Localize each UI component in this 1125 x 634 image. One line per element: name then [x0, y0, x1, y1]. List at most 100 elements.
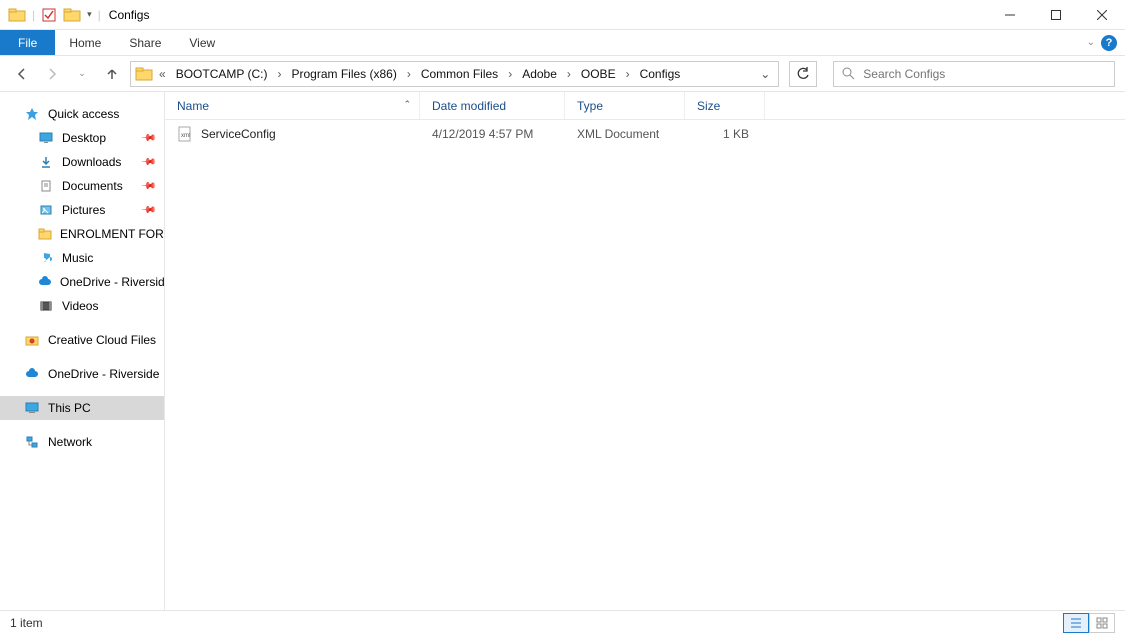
close-button[interactable] — [1079, 0, 1125, 30]
separator: | — [32, 8, 35, 22]
file-row[interactable]: xml ServiceConfig 4/12/2019 4:57 PM XML … — [165, 120, 1125, 148]
sidebar-item-label: Music — [62, 251, 93, 265]
sidebar-creative-cloud[interactable]: Creative Cloud Files — [0, 328, 164, 352]
breadcrumb-overflow[interactable]: « — [155, 62, 170, 86]
cloud-icon — [38, 274, 52, 290]
desktop-icon — [38, 130, 54, 146]
up-button[interactable] — [100, 62, 124, 86]
this-pc-icon — [24, 400, 40, 416]
navigation-pane: Quick access Desktop 📌 Downloads 📌 Docum… — [0, 92, 165, 610]
share-tab[interactable]: Share — [115, 30, 175, 55]
window-controls — [987, 0, 1125, 30]
cloud-icon — [24, 366, 40, 382]
sidebar-this-pc[interactable]: This PC — [0, 396, 164, 420]
breadcrumb-item[interactable]: Configs — [634, 62, 687, 86]
sidebar-item-music[interactable]: Music — [0, 246, 164, 270]
file-date: 4/12/2019 4:57 PM — [420, 127, 565, 141]
svg-text:xml: xml — [181, 133, 190, 139]
pin-icon: 📌 — [139, 130, 156, 147]
search-input[interactable] — [863, 67, 1106, 81]
sidebar-item-videos[interactable]: Videos — [0, 294, 164, 318]
music-icon — [38, 250, 54, 266]
chevron-right-icon[interactable]: › — [273, 62, 285, 86]
file-list-pane: Name ⌃ Date modified Type Size xml Servi… — [165, 92, 1125, 610]
sort-ascending-icon: ⌃ — [403, 99, 411, 110]
column-date[interactable]: Date modified — [420, 92, 565, 119]
sidebar-quick-access[interactable]: Quick access — [0, 102, 164, 126]
column-name[interactable]: Name ⌃ — [165, 92, 420, 119]
videos-icon — [38, 298, 54, 314]
status-bar: 1 item — [0, 610, 1125, 634]
sidebar-item-label: Downloads — [62, 155, 121, 169]
window-title: Configs — [109, 8, 150, 22]
sidebar-item-downloads[interactable]: Downloads 📌 — [0, 150, 164, 174]
address-bar[interactable]: « BOOTCAMP (C:) › Program Files (x86) › … — [130, 61, 779, 87]
minimize-button[interactable] — [987, 0, 1033, 30]
breadcrumb-item[interactable]: Program Files (x86) — [285, 62, 402, 86]
properties-icon[interactable] — [41, 7, 57, 23]
downloads-icon — [38, 154, 54, 170]
search-box[interactable] — [833, 61, 1115, 87]
documents-icon — [38, 178, 54, 194]
chevron-right-icon[interactable]: › — [403, 62, 415, 86]
pin-icon: 📌 — [139, 202, 156, 219]
forward-button[interactable] — [40, 62, 64, 86]
search-icon — [842, 67, 855, 80]
ribbon-tabs: File Home Share View ⌄ ? — [0, 30, 1125, 56]
title-bar: | ▾ | Configs — [0, 0, 1125, 30]
sidebar-item-label: Creative Cloud Files — [48, 333, 156, 347]
breadcrumb-item[interactable]: BOOTCAMP (C:) — [170, 62, 274, 86]
file-tab[interactable]: File — [0, 30, 55, 55]
sidebar-item-label: Desktop — [62, 131, 106, 145]
sidebar-item-label: This PC — [48, 401, 91, 415]
column-type[interactable]: Type — [565, 92, 685, 119]
creative-cloud-icon — [24, 332, 40, 348]
folder-icon — [8, 6, 26, 24]
breadcrumb-item[interactable]: OOBE — [575, 62, 622, 86]
column-headers: Name ⌃ Date modified Type Size — [165, 92, 1125, 120]
file-name-cell: xml ServiceConfig — [165, 126, 420, 142]
column-size[interactable]: Size — [685, 92, 765, 119]
recent-dropdown-icon[interactable]: ⌄ — [70, 62, 94, 86]
help-icon[interactable]: ? — [1101, 35, 1117, 51]
pictures-icon — [38, 202, 54, 218]
qat-dropdown-icon[interactable]: ▾ — [87, 9, 92, 20]
star-icon — [24, 106, 40, 122]
sidebar-item-folder[interactable]: ENROLMENT FORM — [0, 222, 164, 246]
sidebar-network[interactable]: Network — [0, 430, 164, 454]
folder-icon[interactable] — [63, 6, 81, 24]
folder-icon — [38, 226, 52, 242]
breadcrumb-item[interactable]: Adobe — [516, 62, 563, 86]
thumbnails-view-button[interactable] — [1089, 613, 1115, 633]
quick-access-toolbar: | ▾ | — [0, 6, 101, 24]
home-tab[interactable]: Home — [55, 30, 115, 55]
address-dropdown-icon[interactable]: ⌄ — [756, 67, 774, 81]
ribbon-expand-icon[interactable]: ⌄ — [1087, 37, 1095, 48]
back-button[interactable] — [10, 62, 34, 86]
sidebar-item-label: Network — [48, 435, 92, 449]
sidebar-item-desktop[interactable]: Desktop 📌 — [0, 126, 164, 150]
navigation-bar: ⌄ « BOOTCAMP (C:) › Program Files (x86) … — [0, 56, 1125, 92]
maximize-button[interactable] — [1033, 0, 1079, 30]
details-view-button[interactable] — [1063, 613, 1089, 633]
separator: | — [98, 8, 101, 22]
file-name: ServiceConfig — [201, 127, 276, 141]
sidebar-item-label: OneDrive - Riverside — [60, 275, 165, 289]
refresh-button[interactable] — [789, 61, 817, 87]
sidebar-item-label: Videos — [62, 299, 98, 313]
sidebar-item-label: Quick access — [48, 107, 119, 121]
breadcrumb-item[interactable]: Common Files — [415, 62, 504, 86]
sidebar-onedrive-root[interactable]: OneDrive - Riverside — [0, 362, 164, 386]
sidebar-item-onedrive[interactable]: OneDrive - Riverside — [0, 270, 164, 294]
sidebar-item-label: ENROLMENT FORM — [60, 227, 165, 241]
view-tab[interactable]: View — [175, 30, 229, 55]
file-size: 1 KB — [685, 127, 765, 141]
sidebar-item-label: OneDrive - Riverside — [48, 367, 159, 381]
sidebar-item-label: Pictures — [62, 203, 105, 217]
column-label: Name — [177, 99, 209, 113]
chevron-right-icon[interactable]: › — [622, 62, 634, 86]
sidebar-item-pictures[interactable]: Pictures 📌 — [0, 198, 164, 222]
chevron-right-icon[interactable]: › — [504, 62, 516, 86]
sidebar-item-documents[interactable]: Documents 📌 — [0, 174, 164, 198]
chevron-right-icon[interactable]: › — [563, 62, 575, 86]
